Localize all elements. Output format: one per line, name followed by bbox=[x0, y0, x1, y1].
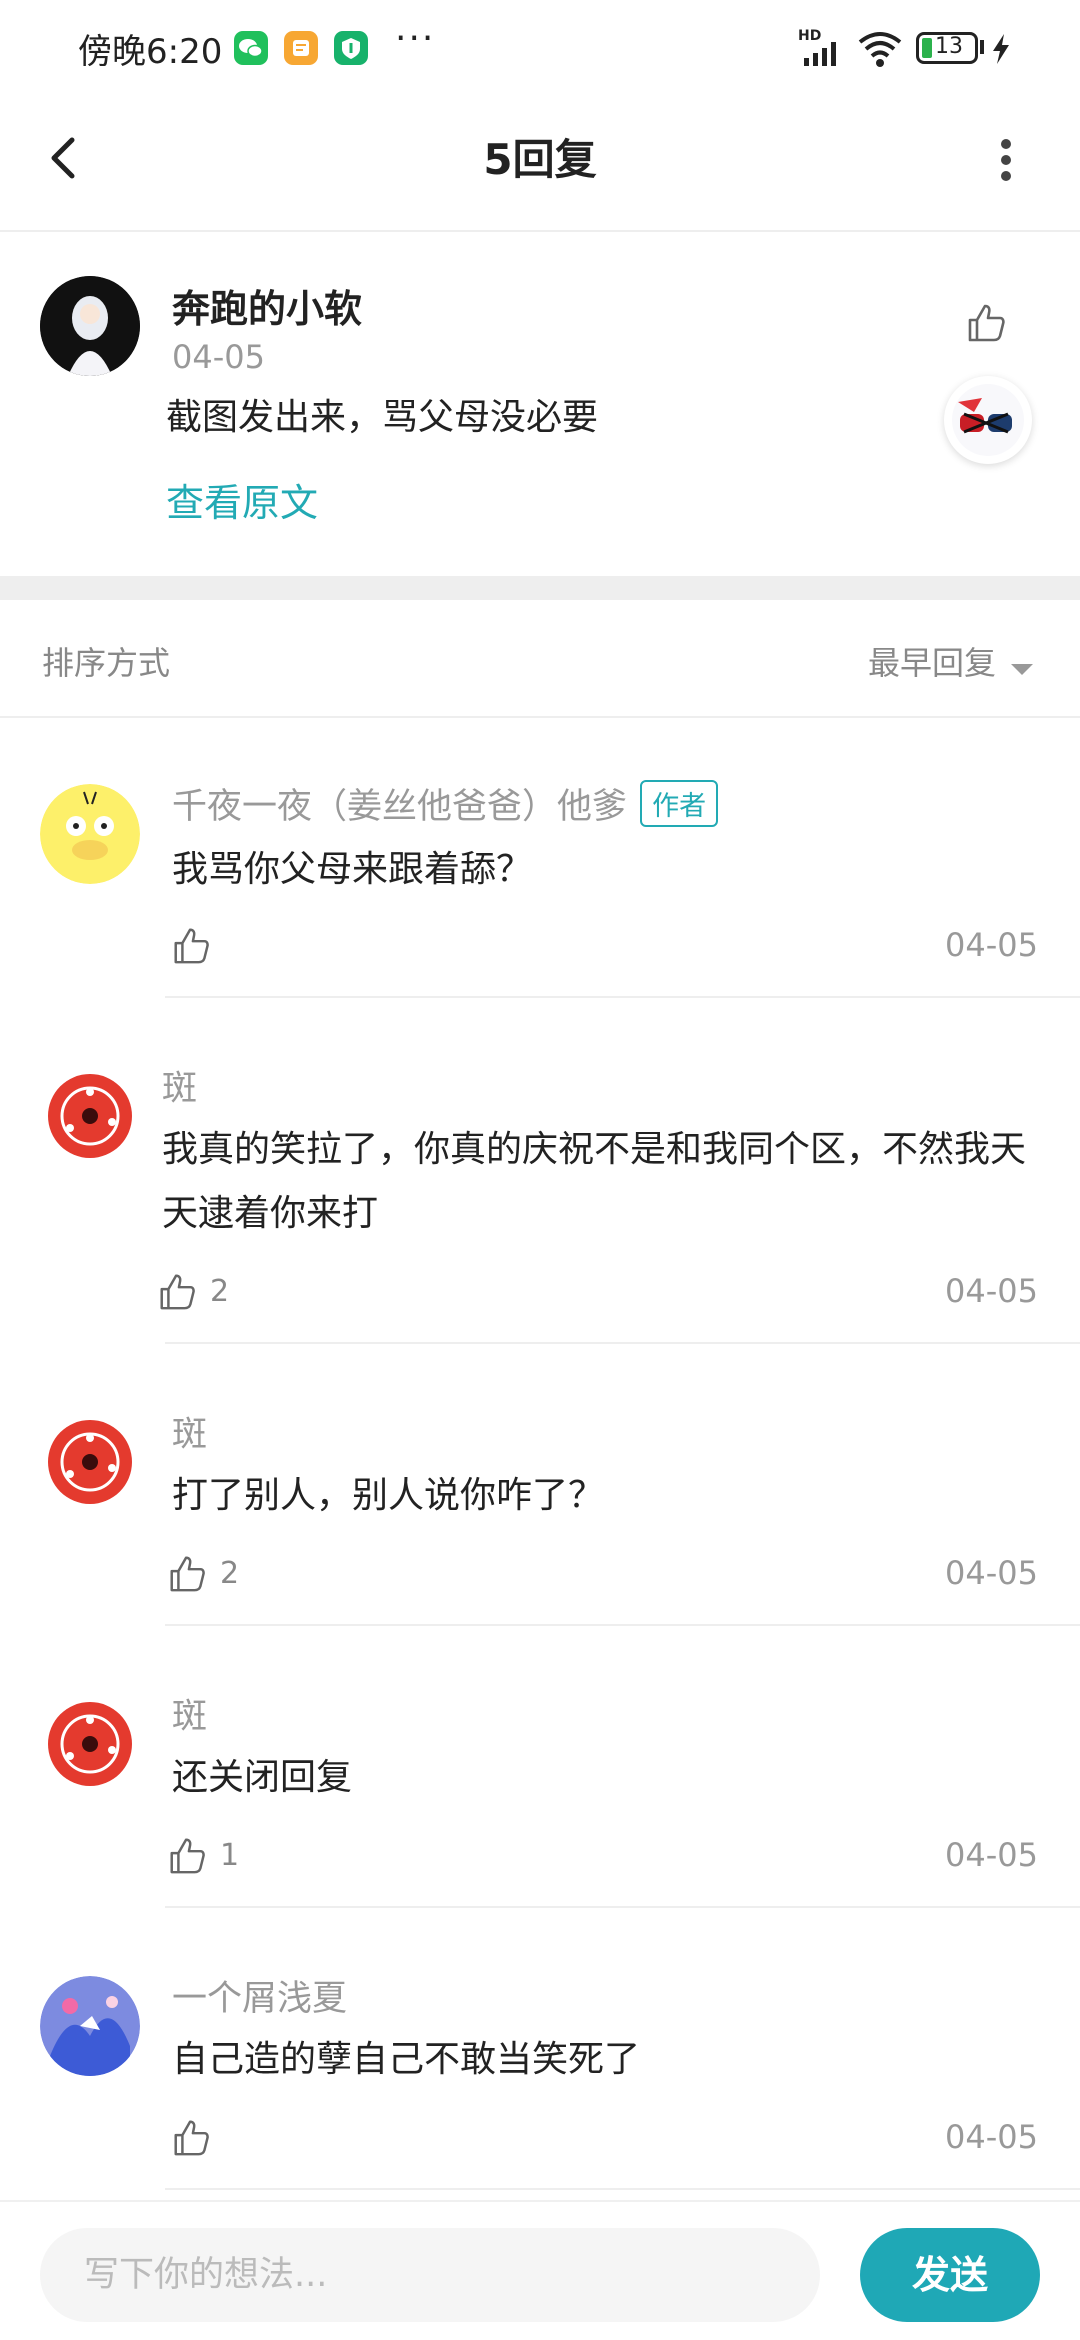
thumbs-up-icon bbox=[170, 1838, 205, 1874]
reply-text: 打了别人，别人说你咋了？ bbox=[172, 1475, 605, 1516]
more-vertical-icon bbox=[1001, 139, 1011, 181]
comment-input[interactable] bbox=[40, 2228, 820, 2322]
reply-text: 自己造的孽自己不敢当笑死了 bbox=[172, 2039, 641, 2080]
sort-value: 最早回复 bbox=[868, 644, 997, 682]
sort-label: 排序方式 bbox=[42, 644, 171, 682]
like-count: 2 bbox=[210, 1274, 230, 1309]
like-button[interactable] bbox=[166, 1552, 208, 1598]
reply-separator bbox=[165, 1906, 1080, 1908]
reply-date: 04-05 bbox=[945, 1836, 1038, 1874]
floating-widget-icon[interactable] bbox=[944, 376, 1032, 464]
reply-text: 我真的笑拉了，你真的庆祝不是和我同个区，不然我天天逮着你来打 bbox=[162, 1129, 1027, 1234]
original-date: 04-05 bbox=[172, 338, 265, 376]
sort-divider bbox=[0, 716, 1080, 718]
like-button[interactable] bbox=[170, 924, 212, 970]
reply-date: 04-05 bbox=[945, 926, 1038, 964]
battery-tip bbox=[980, 40, 984, 54]
reply-separator bbox=[165, 1342, 1080, 1344]
comment-composer: 发送 bbox=[0, 2200, 1080, 2340]
reply-author-name[interactable]: 一个屑浅夏 bbox=[172, 1970, 347, 2021]
thumbs-up-icon bbox=[968, 304, 1005, 342]
reply-text: 还关闭回复 bbox=[172, 1757, 353, 1798]
avatar[interactable] bbox=[40, 1066, 140, 1166]
thumbs-up-icon bbox=[160, 1274, 195, 1310]
reply-author-name[interactable]: 斑 bbox=[172, 1406, 207, 1457]
reply-text: 我骂你父母来跟着舔？ bbox=[172, 849, 533, 890]
sort-dropdown[interactable]: 最早回复 bbox=[868, 638, 1035, 682]
thumbs-up-icon bbox=[174, 928, 209, 964]
battery-icon: 13 bbox=[916, 32, 978, 64]
avatar[interactable] bbox=[40, 276, 140, 376]
original-author-name[interactable]: 奔跑的小软 bbox=[172, 278, 362, 333]
section-divider bbox=[0, 576, 1080, 600]
page-title: 5回复 bbox=[483, 135, 597, 184]
avatar[interactable] bbox=[40, 784, 140, 884]
status-bar: 傍晚6:20 ··· HD 13 bbox=[0, 0, 1080, 96]
view-original-link[interactable]: 查看原文 bbox=[166, 472, 318, 527]
wifi-icon bbox=[856, 30, 904, 72]
more-notifications-icon: ··· bbox=[395, 18, 436, 59]
dropdown-arrow-icon bbox=[1011, 663, 1034, 675]
battery-level: 13 bbox=[935, 34, 963, 59]
status-time: 傍晚6:20 bbox=[78, 32, 223, 72]
avatar[interactable] bbox=[40, 1976, 140, 2076]
like-button[interactable] bbox=[170, 2116, 212, 2162]
author-badge: 作者 bbox=[640, 780, 719, 827]
more-menu-button[interactable] bbox=[984, 130, 1028, 190]
reply-author-name[interactable]: 斑 bbox=[162, 1060, 197, 1111]
reply-author-name[interactable]: 斑 bbox=[172, 1688, 207, 1739]
reply-separator bbox=[165, 2188, 1080, 2190]
thumbs-up-icon bbox=[174, 2120, 209, 2156]
reply-date: 04-05 bbox=[945, 1554, 1038, 1592]
like-count: 1 bbox=[220, 1838, 240, 1873]
reply-author-name[interactable]: 千夜一夜（姜丝他爸爸）他爹 bbox=[172, 787, 627, 827]
reply-date: 04-05 bbox=[945, 1272, 1038, 1310]
reply-separator bbox=[165, 1624, 1080, 1626]
wechat-icon bbox=[234, 31, 268, 65]
top-app-bar: 5回复 bbox=[0, 96, 1080, 232]
signal-icon bbox=[800, 40, 844, 70]
like-button[interactable] bbox=[964, 300, 1008, 348]
security-app-icon bbox=[334, 31, 368, 65]
like-button[interactable] bbox=[156, 1270, 198, 1316]
like-count: 2 bbox=[220, 1556, 240, 1591]
charging-icon bbox=[990, 32, 1012, 70]
notes-app-icon bbox=[284, 31, 318, 65]
reply-separator bbox=[165, 996, 1080, 998]
avatar[interactable] bbox=[40, 1694, 140, 1794]
original-text: 截图发出来，骂父母没必要 bbox=[166, 397, 599, 438]
send-button[interactable]: 发送 bbox=[860, 2228, 1040, 2322]
reply-date: 04-05 bbox=[945, 2118, 1038, 2156]
thumbs-up-icon bbox=[170, 1556, 205, 1592]
avatar[interactable] bbox=[40, 1412, 140, 1512]
like-button[interactable] bbox=[166, 1834, 208, 1880]
